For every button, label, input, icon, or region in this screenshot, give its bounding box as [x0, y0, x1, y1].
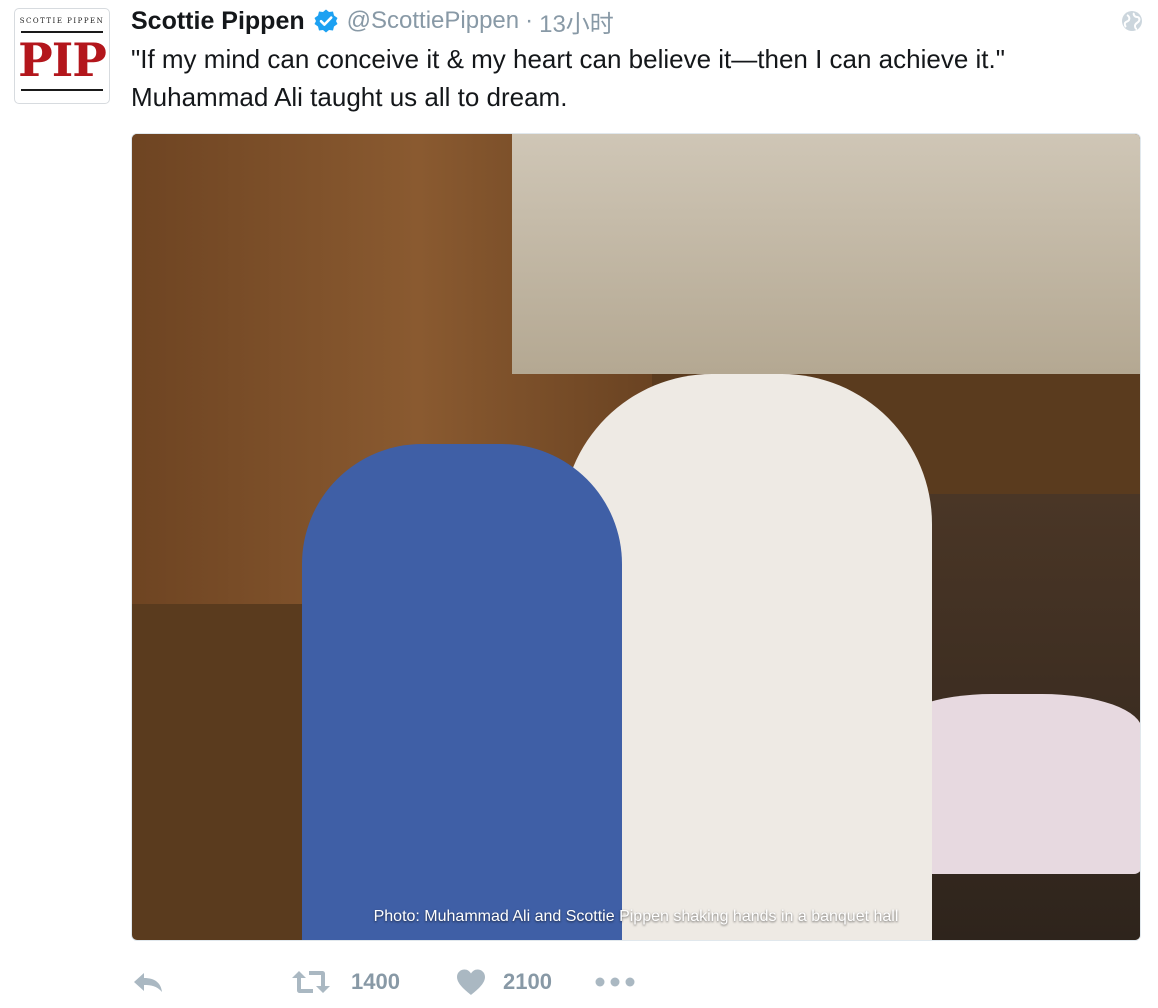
- avatar-rule-bottom: [21, 89, 103, 91]
- photo-caption: Photo: Muhammad Ali and Scottie Pippen s…: [373, 908, 899, 925]
- tweet-text-line: Muhammad Ali taught us all to dream.: [131, 82, 568, 112]
- tweet-card: SCOTTIE PIPPEN PIP Scottie Pippen @Scott…: [0, 0, 1158, 1008]
- author-display-name[interactable]: Scottie Pippen: [131, 7, 305, 36]
- header-separator: ·: [525, 7, 534, 34]
- tweet-timestamp[interactable]: 13小时: [539, 4, 614, 39]
- more-options-button[interactable]: [595, 976, 635, 988]
- retweet-button[interactable]: 1400: [291, 969, 455, 995]
- photo-ceiling-region: [512, 134, 1140, 374]
- tweet-text: "If my mind can conceive it & my heart c…: [131, 40, 1141, 116]
- photo-person-left: [302, 444, 622, 940]
- avatar-small-text: SCOTTIE PIPPEN: [19, 17, 105, 25]
- verified-badge-icon: [313, 8, 339, 34]
- tweet-photo[interactable]: Photo: Muhammad Ali and Scottie Pippen s…: [131, 133, 1141, 941]
- globe-icon: [1120, 9, 1144, 33]
- retweet-count: 1400: [351, 969, 400, 994]
- tweet-text-line: "If my mind can conceive it & my heart c…: [131, 44, 1005, 74]
- heart-icon: [457, 969, 485, 995]
- retweet-icon: [292, 971, 330, 993]
- like-count: 2100: [503, 969, 552, 994]
- author-handle[interactable]: @ScottiePippen: [347, 7, 519, 35]
- avatar-logo-text: PIP: [18, 33, 107, 87]
- avatar[interactable]: SCOTTIE PIPPEN PIP: [14, 8, 110, 104]
- reply-icon: [134, 973, 162, 992]
- tweet-header: Scottie Pippen @ScottiePippen · 13小时: [131, 4, 614, 38]
- tweet-actions: 1400 2100: [131, 962, 635, 1002]
- reply-button[interactable]: [131, 969, 291, 995]
- more-dots-icon: [595, 977, 635, 987]
- like-button[interactable]: 2100: [455, 968, 595, 996]
